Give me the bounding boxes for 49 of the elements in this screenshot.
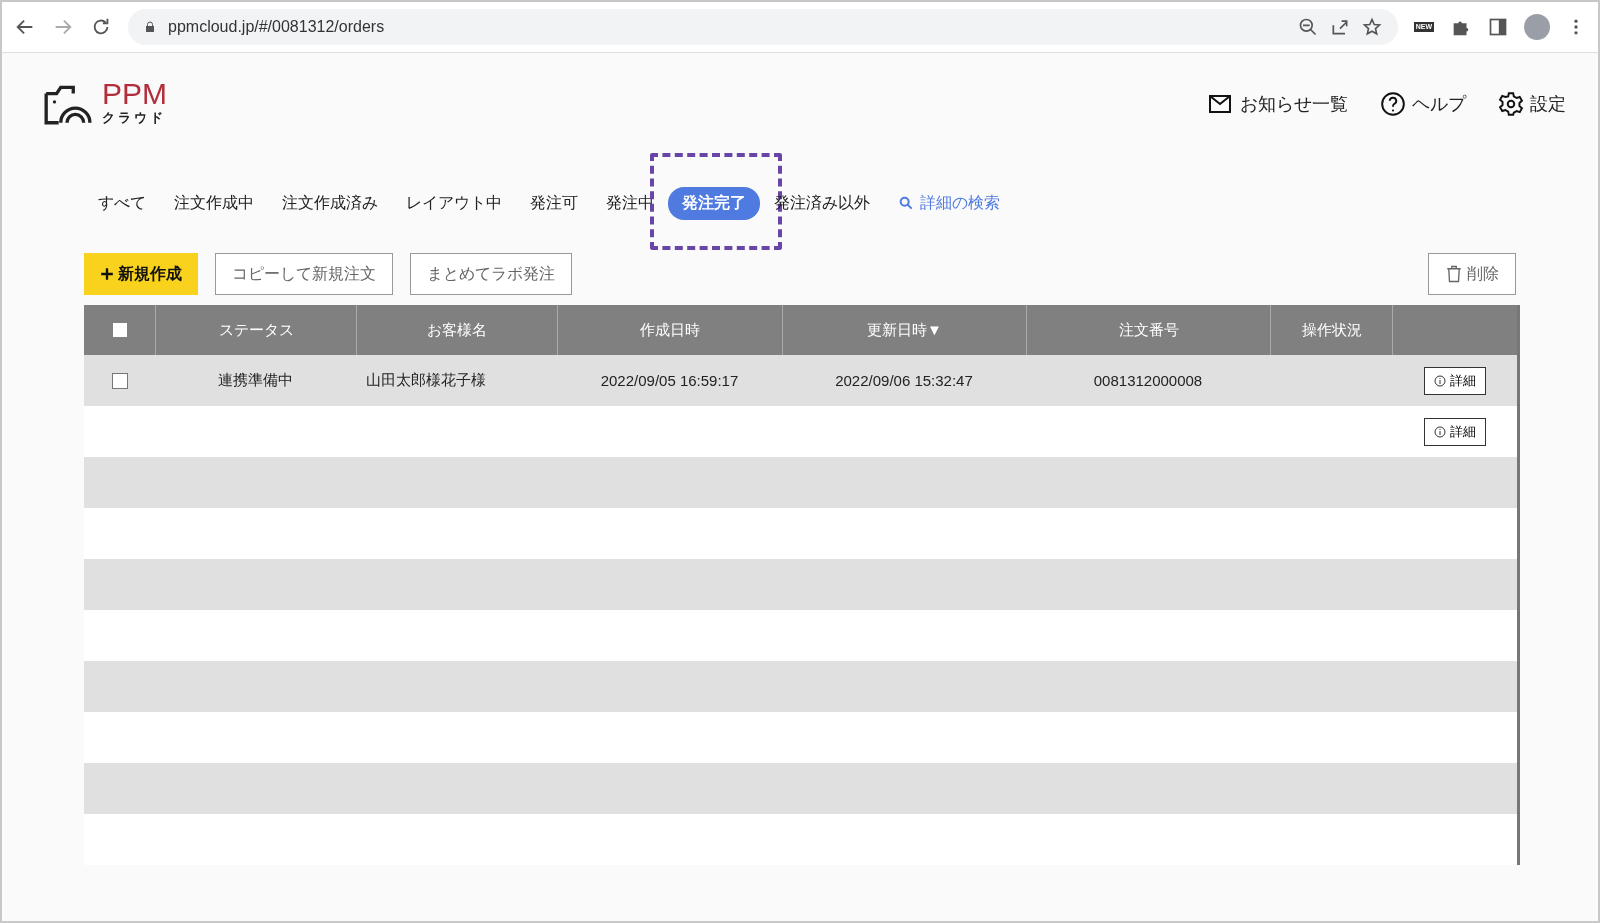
logo-subtext: クラウド xyxy=(102,109,167,127)
zoom-out-icon[interactable] xyxy=(1297,17,1318,37)
new-button[interactable]: 新規作成 xyxy=(84,253,198,295)
filter-tab[interactable]: 注文作成中 xyxy=(160,186,268,220)
row-checkbox[interactable] xyxy=(111,372,128,389)
table-cell: 2022/09/06 15:32:47 xyxy=(835,372,973,389)
filter-tab[interactable]: 発注済み以外 xyxy=(760,186,884,220)
column-header[interactable]: 操作状況 xyxy=(1301,320,1362,340)
info-icon xyxy=(1433,425,1446,438)
settings-icon xyxy=(1498,91,1524,117)
logo-text: PPM xyxy=(102,79,167,109)
column-header[interactable]: ステータス xyxy=(218,320,294,340)
detail-button[interactable]: 詳細 xyxy=(1423,417,1486,446)
search-link[interactable]: 詳細の検索 xyxy=(898,192,1000,214)
detail-button[interactable]: 詳細 xyxy=(1423,366,1486,395)
header-link[interactable]: ヘルプ xyxy=(1380,91,1466,117)
star-icon[interactable] xyxy=(1361,17,1382,37)
header-link[interactable]: お知らせ一覧 xyxy=(1206,92,1348,116)
help-icon xyxy=(1380,91,1406,117)
table-cell: 0081312000008 xyxy=(1093,372,1203,389)
trash-icon xyxy=(1445,264,1463,284)
url-text: ppmcloud.jp/#/0081312/orders xyxy=(168,18,385,36)
column-header[interactable]: 作成日時 xyxy=(640,320,700,340)
avatar[interactable] xyxy=(1524,14,1550,40)
table-cell: 2022/09/05 16:59:17 xyxy=(600,372,739,389)
column-header[interactable]: 更新日時▼ xyxy=(867,320,942,340)
filter-tab[interactable]: 発注可 xyxy=(516,186,592,220)
table-cell: 連携準備中 xyxy=(218,371,293,388)
mail-icon xyxy=(1206,92,1234,116)
side-panel-icon[interactable] xyxy=(1488,17,1508,37)
filter-tab[interactable]: 発注中 xyxy=(592,186,668,220)
select-all-checkbox[interactable] xyxy=(112,323,127,337)
lock-icon xyxy=(144,20,156,34)
filter-tab[interactable]: 注文作成済み xyxy=(268,186,392,220)
delete-button[interactable]: 削除 xyxy=(1428,253,1516,295)
address-bar[interactable]: ppmcloud.jp/#/0081312/orders xyxy=(128,9,1398,45)
column-header[interactable]: 注文番号 xyxy=(1118,320,1179,340)
header-link[interactable]: 設定 xyxy=(1498,91,1566,117)
toolbar-button[interactable]: コピーして新規注文 xyxy=(215,253,393,295)
search-icon xyxy=(898,195,914,211)
filter-tab[interactable]: 発注完了 xyxy=(668,186,760,220)
info-icon xyxy=(1433,374,1446,387)
logo[interactable]: PPM クラウド xyxy=(36,79,167,129)
plus-icon xyxy=(100,267,114,281)
filter-tab[interactable]: すべて xyxy=(84,186,160,220)
toolbar-button[interactable]: まとめてラボ発注 xyxy=(410,253,572,295)
column-header[interactable]: お客様名 xyxy=(427,320,487,340)
filter-tab[interactable]: レイアウト中 xyxy=(392,186,516,220)
table-cell: 山田太郎様花子様 xyxy=(366,371,486,388)
